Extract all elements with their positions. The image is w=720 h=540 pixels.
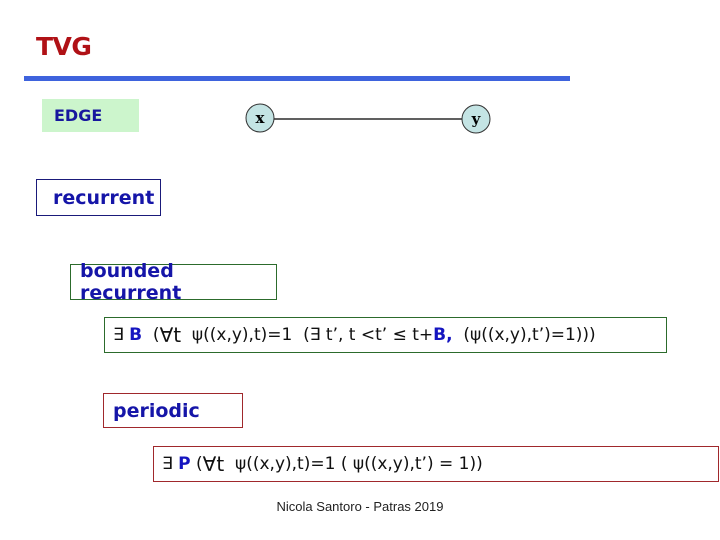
title-underline [24, 76, 570, 81]
node-x: x [245, 103, 275, 133]
node-y: y [461, 104, 491, 134]
forall-symbol: ∀t [159, 323, 182, 347]
formula-text: (ψ((x,y),t’)=1))) [452, 325, 596, 345]
node-x-label: x [256, 109, 266, 127]
periodic-box: periodic [103, 393, 243, 428]
bound-variable: B, [433, 325, 453, 345]
period-variable: P [178, 454, 191, 474]
formula-text: ( [142, 325, 160, 345]
recurrent-label: recurrent [53, 186, 155, 209]
footer-credit: Nicola Santoro - Patras 2019 [276, 499, 444, 514]
forall-symbol: ∀t [202, 452, 225, 476]
recurrent-box: recurrent [36, 179, 161, 216]
formula-text: ψ((x,y),t)=1 ( ψ((x,y),t’) = 1)) [224, 454, 483, 474]
formula-text: ( [190, 454, 203, 474]
bounded-recurrent-formula: ∃ B (∀t ψ((x,y),t)=1 (∃ t’, t <t’ ≤ t+ B,… [104, 317, 667, 353]
periodic-formula: ∃ P (∀t ψ((x,y),t)=1 ( ψ((x,y),t’) = 1)) [153, 446, 719, 482]
formula-text: ψ((x,y),t)=1 (∃ t’, t <t’ ≤ t+ [181, 325, 434, 345]
bound-variable: B [129, 325, 143, 345]
edge-label: EDGE [54, 106, 103, 125]
edge-graph: x y [245, 103, 491, 134]
node-y-label: y [471, 110, 482, 128]
slide-title: TVG [36, 32, 92, 61]
bounded-recurrent-label: bounded recurrent [80, 260, 182, 304]
periodic-label: periodic [113, 399, 200, 422]
exists-symbol: ∃ [113, 325, 130, 345]
bounded-recurrent-box: bounded recurrent [70, 260, 277, 304]
exists-symbol: ∃ [162, 454, 179, 474]
